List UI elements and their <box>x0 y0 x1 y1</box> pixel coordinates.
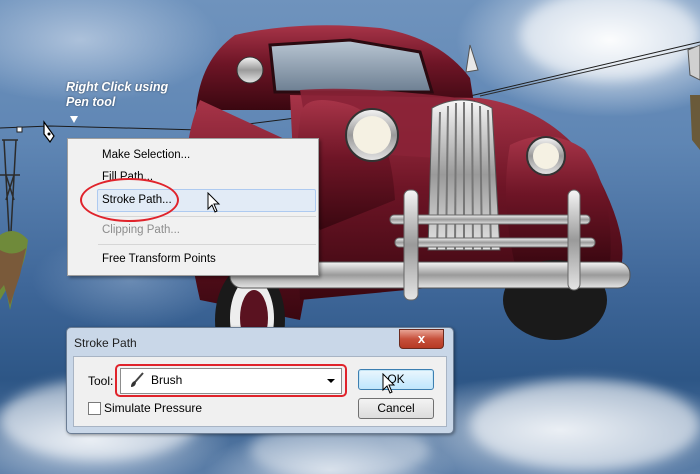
ok-button[interactable]: OK <box>358 369 434 390</box>
menu-item-make-selection[interactable]: Make Selection... <box>102 145 190 165</box>
instruction-annotation: Right Click using Pen tool <box>66 80 168 110</box>
annotation-line-2: Pen tool <box>66 95 116 109</box>
simulate-pressure-label: Simulate Pressure <box>104 401 203 415</box>
menu-separator <box>98 244 316 245</box>
canvas-background: Right Click using Pen tool Make Selectio… <box>0 0 700 474</box>
annotation-arrow-icon <box>70 116 78 123</box>
tool-label: Tool: <box>88 374 114 388</box>
dialog-title: Stroke Path <box>74 336 137 350</box>
menu-item-free-transform-points[interactable]: Free Transform Points <box>102 249 216 269</box>
stroke-path-highlight-circle <box>80 178 179 222</box>
mouse-pointer-icon <box>382 373 396 394</box>
tool-dropdown-highlight-box <box>115 364 347 397</box>
menu-item-clipping-path: Clipping Path... <box>102 224 180 236</box>
close-button[interactable]: x <box>399 329 444 349</box>
cancel-button[interactable]: Cancel <box>358 398 434 419</box>
mouse-pointer-icon <box>207 192 221 213</box>
annotation-line-1: Right Click using <box>66 80 169 94</box>
pen-tool-cursor-icon <box>16 120 55 144</box>
simulate-pressure-checkbox[interactable] <box>88 402 101 415</box>
